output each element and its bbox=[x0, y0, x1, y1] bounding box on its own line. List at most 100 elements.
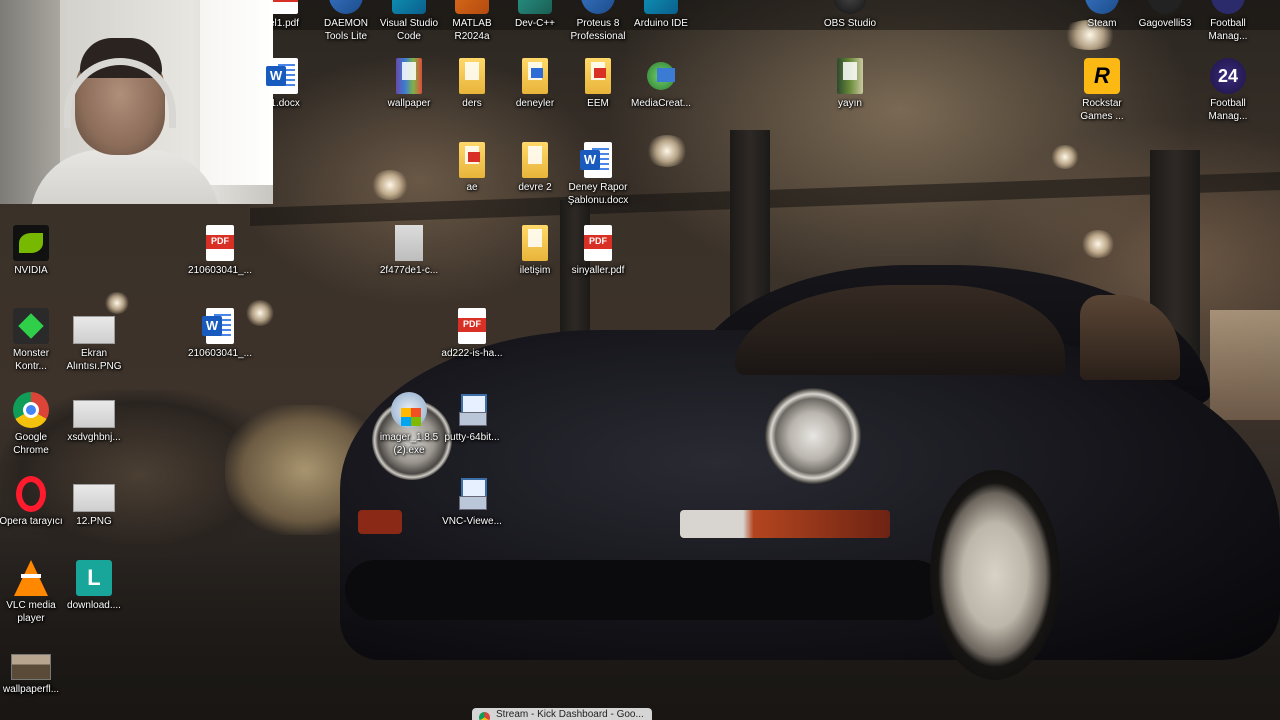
icon-label: Rockstar Games ... bbox=[1080, 98, 1124, 122]
desktop-icon-football-manager[interactable]: Football Manag... bbox=[1194, 0, 1262, 43]
desktop-icon-word-210[interactable]: W 210603041_... bbox=[186, 308, 254, 361]
image-file-icon bbox=[11, 654, 51, 680]
matlab-icon bbox=[455, 0, 489, 14]
icon-label: wallpaper bbox=[387, 98, 431, 109]
desktop-icon-rockstar[interactable]: R Rockstar Games ... bbox=[1068, 58, 1136, 123]
icon-label: xsdvghbnj... bbox=[67, 432, 121, 443]
chrome-icon bbox=[13, 392, 49, 428]
desktop-icon-vlc[interactable]: VLC media player bbox=[0, 560, 65, 625]
car-indicator bbox=[358, 510, 402, 534]
media-creation-tool-icon bbox=[643, 58, 679, 94]
desktop-icon-ad222[interactable]: PDF ad222-is-ha... bbox=[438, 308, 506, 361]
webcam-overlay bbox=[0, 0, 273, 204]
folder-icon bbox=[459, 58, 485, 94]
desktop-icon-download[interactable]: L download.... bbox=[60, 560, 128, 613]
pdf-icon: PDF bbox=[270, 0, 298, 14]
icon-label: download.... bbox=[67, 600, 121, 611]
icon-label: 2f477de1-c... bbox=[379, 265, 439, 276]
icon-label: VNC-Viewe... bbox=[442, 516, 502, 527]
icon-label: ae bbox=[466, 182, 478, 193]
webcam-background-light bbox=[200, 0, 273, 185]
desktop-icon-folder-ae[interactable]: ae bbox=[438, 142, 506, 195]
putty-icon bbox=[457, 392, 487, 428]
desktop-icon-deney-rapor[interactable]: W Deney Rapor Şablonu.docx bbox=[564, 142, 632, 207]
icon-label: Gagovelli53 bbox=[1138, 18, 1192, 29]
icon-label: Google Chrome bbox=[13, 432, 49, 456]
desktop-icon-ekran-alintisi[interactable]: Ekran Alıntısı.PNG bbox=[60, 308, 128, 373]
desktop-icon-folder-eem[interactable]: EEM bbox=[564, 58, 632, 111]
icon-label: MediaCreat... bbox=[630, 98, 692, 109]
folder-icon bbox=[459, 142, 485, 178]
desktop-icon-yayin[interactable]: yayın bbox=[816, 58, 884, 111]
vnc-viewer-icon bbox=[457, 476, 487, 512]
vlc-icon bbox=[14, 560, 48, 596]
desktop-icon-monster[interactable]: Monster Kontr... bbox=[0, 308, 65, 373]
desktop-icon-steam[interactable]: Steam bbox=[1068, 0, 1136, 31]
desktop-icon-wallpaper-archive[interactable]: wallpaper bbox=[375, 58, 443, 111]
file-icon bbox=[395, 225, 423, 261]
desktop-icon-folder-devre2[interactable]: devre 2 bbox=[501, 142, 569, 195]
icon-label: putty-64bit... bbox=[444, 432, 500, 443]
vscode-icon bbox=[392, 0, 426, 14]
car-wheel bbox=[930, 470, 1060, 680]
desktop-icon-wallpaperfl[interactable]: wallpaperfl... bbox=[0, 644, 65, 697]
desktop-icon-fm24[interactable]: 24 Football Manag... bbox=[1194, 58, 1262, 123]
desktop-icon-nvidia[interactable]: NVIDIA bbox=[0, 225, 65, 278]
desktop-icon-proteus[interactable]: Proteus 8 Professional bbox=[564, 0, 632, 43]
icon-label: Steam bbox=[1087, 18, 1117, 29]
desktop-icon-imager[interactable]: imager_1.8.5 (2).exe bbox=[375, 392, 443, 457]
devcpp-icon bbox=[518, 0, 552, 14]
icon-label: Arduino IDE bbox=[634, 18, 688, 29]
desktop-icon-file-2f4[interactable]: 2f477de1-c... bbox=[375, 225, 443, 278]
icon-label: Visual Studio Code bbox=[379, 18, 439, 42]
rockstar-games-icon: R bbox=[1084, 58, 1120, 94]
desktop-icon-chrome[interactable]: Google Chrome bbox=[0, 392, 65, 457]
desktop-icon-folder-ders[interactable]: ders bbox=[438, 58, 506, 111]
desktop-icon-opera[interactable]: Opera tarayıcı bbox=[0, 476, 65, 529]
ceiling-lamp bbox=[1050, 145, 1080, 169]
icon-label: iletişim bbox=[519, 265, 551, 276]
desktop-icon-gagovelli[interactable]: Gagovelli53 bbox=[1131, 0, 1199, 31]
desktop-icon-matlab[interactable]: MATLAB R2024a bbox=[438, 0, 506, 43]
icon-label: deneyler bbox=[515, 98, 555, 109]
desktop-icon-putty[interactable]: putty-64bit... bbox=[438, 392, 506, 445]
image-file-icon bbox=[73, 484, 115, 512]
icon-label: Proteus 8 Professional bbox=[570, 18, 626, 42]
icon-label: sinyaller.pdf bbox=[571, 265, 625, 276]
desktop-icon-folder-deneyler[interactable]: deneyler bbox=[501, 58, 569, 111]
desktop-icon-daemon-tools[interactable]: DAEMON Tools Lite bbox=[312, 0, 380, 43]
word-document-icon: W bbox=[580, 142, 612, 178]
desktop-icon-vscode[interactable]: Visual Studio Code bbox=[375, 0, 443, 43]
icon-label: 210603041_... bbox=[188, 265, 252, 276]
arduino-icon bbox=[644, 0, 678, 14]
icon-label: EEM bbox=[587, 98, 609, 109]
folder-icon bbox=[522, 225, 548, 261]
icon-label: MATLAB R2024a bbox=[452, 18, 492, 42]
desktop-icon-png12[interactable]: 12.PNG bbox=[60, 476, 128, 529]
taskbar-window-preview[interactable]: Stream - Kick Dashboard - Goo... bbox=[472, 708, 652, 720]
folder-icon bbox=[522, 142, 548, 178]
desktop-icon-vnc[interactable]: VNC-Viewe... bbox=[438, 476, 506, 529]
desktop-icon-folder-iletisim[interactable]: iletişim bbox=[501, 225, 569, 278]
car-headlight bbox=[765, 388, 861, 484]
folder-icon bbox=[522, 58, 548, 94]
icon-label: OBS Studio bbox=[823, 18, 877, 29]
desktop-icon-pdf-210[interactable]: PDF 210603041_... bbox=[186, 225, 254, 278]
opera-icon bbox=[16, 476, 46, 512]
ceiling-lamp bbox=[370, 170, 410, 200]
desktop-icon-xsdvg[interactable]: xsdvghbnj... bbox=[60, 392, 128, 445]
icon-label: wallpaperfl... bbox=[2, 684, 60, 695]
icon-label: imager_1.8.5 (2).exe bbox=[379, 432, 439, 456]
football-manager-icon bbox=[1211, 0, 1245, 14]
pdf-icon: PDF bbox=[584, 225, 612, 261]
car-indicator bbox=[680, 510, 890, 538]
image-file-icon bbox=[73, 316, 115, 344]
icon-label: 12.PNG bbox=[76, 516, 112, 527]
desktop-icon-sinyaller[interactable]: PDF sinyaller.pdf bbox=[564, 225, 632, 278]
desktop-icon-obs[interactable]: OBS Studio bbox=[816, 0, 884, 31]
desktop-icon-mediacreation[interactable]: MediaCreat... bbox=[627, 58, 695, 111]
nvidia-icon bbox=[13, 225, 49, 261]
desktop-icon-devcpp[interactable]: Dev-C++ bbox=[501, 0, 569, 31]
car-bumper bbox=[345, 560, 945, 620]
desktop-icon-arduino[interactable]: Arduino IDE bbox=[627, 0, 695, 31]
